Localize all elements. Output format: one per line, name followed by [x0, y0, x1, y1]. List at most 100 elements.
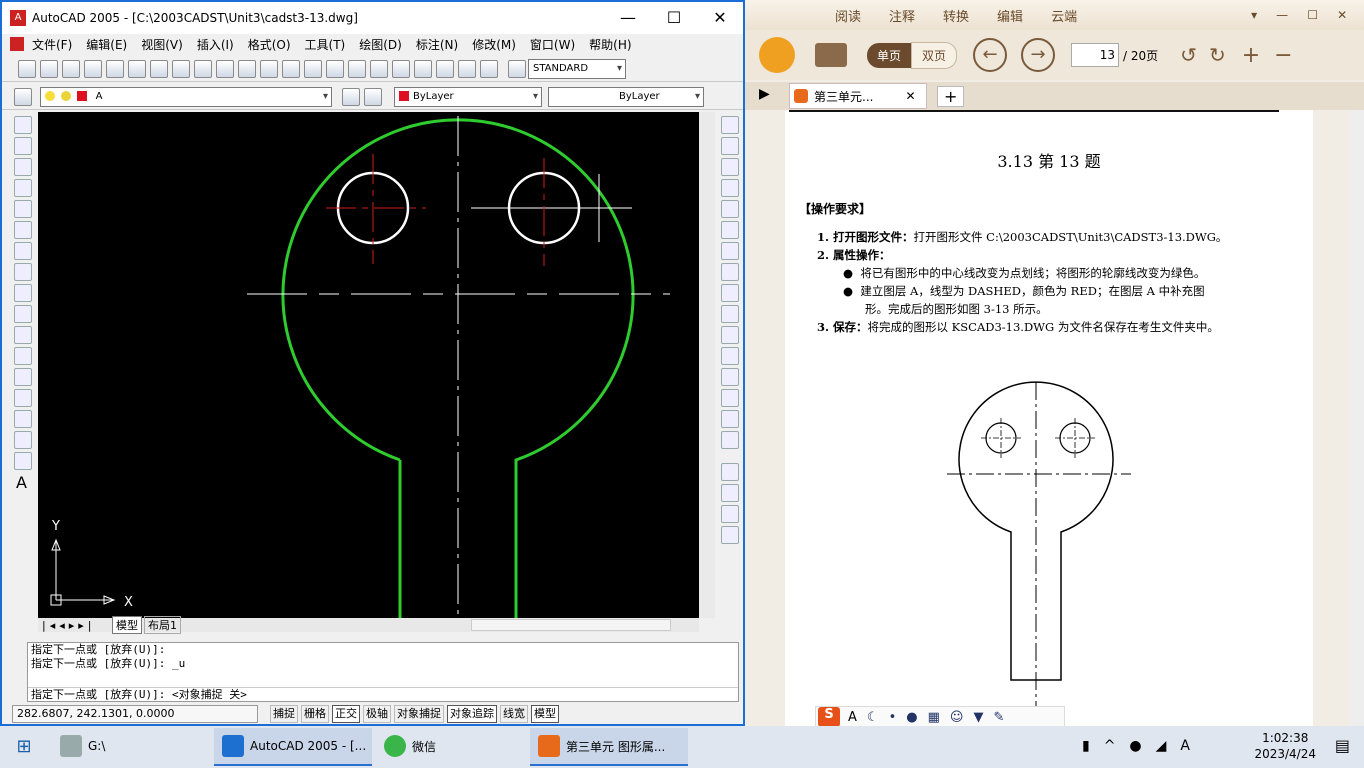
- design-center-icon[interactable]: [392, 59, 410, 78]
- rectangle-icon[interactable]: [14, 200, 32, 218]
- tab-model[interactable]: 模型: [112, 616, 142, 634]
- spline-icon[interactable]: [14, 284, 32, 302]
- mirror-icon[interactable]: [721, 158, 739, 176]
- otrack-toggle[interactable]: 对象追踪: [447, 705, 497, 723]
- match-properties-icon[interactable]: [216, 59, 234, 78]
- revision-cloud-icon[interactable]: [14, 263, 32, 281]
- zoom-window-icon[interactable]: [326, 59, 344, 78]
- circle-icon[interactable]: [14, 242, 32, 260]
- start-button-icon[interactable]: ⊞: [0, 726, 48, 768]
- new-tab-icon[interactable]: +: [937, 85, 965, 107]
- task-autocad[interactable]: AutoCAD 2005 - [...: [214, 728, 372, 766]
- layer-previous-icon[interactable]: [364, 87, 382, 106]
- point-icon[interactable]: [14, 389, 32, 407]
- table-icon[interactable]: [14, 452, 32, 470]
- offset-icon[interactable]: [721, 179, 739, 197]
- rotate-right-icon[interactable]: ↻: [1209, 43, 1226, 67]
- task-pdf-reader[interactable]: 第三单元 图形属...: [530, 728, 688, 766]
- autocad-titlebar[interactable]: A AutoCAD 2005 - [C:\2003CADST\Unit3\cad…: [2, 2, 743, 34]
- zoom-previous-icon[interactable]: [348, 59, 366, 78]
- tab-cloud[interactable]: 云端: [1037, 6, 1091, 25]
- minimize-button[interactable]: —: [605, 2, 651, 34]
- tab-convert[interactable]: 转换: [929, 6, 983, 25]
- command-prompt[interactable]: 指定下一点或 [放弃(U)]: <对象捕捉 关>: [28, 687, 738, 701]
- task-explorer[interactable]: G:\: [52, 728, 210, 766]
- tab-read[interactable]: 阅读: [821, 6, 875, 25]
- fillet-icon[interactable]: [721, 410, 739, 428]
- system-tray-icons[interactable]: ▮^●◢A: [1082, 738, 1204, 754]
- publish-icon[interactable]: [128, 59, 146, 78]
- menu-insert[interactable]: 插入(I): [197, 36, 234, 53]
- page-number-input[interactable]: 13: [1071, 43, 1120, 67]
- zoom-out-icon[interactable]: −: [1274, 43, 1292, 68]
- make-current-layer-icon[interactable]: [342, 87, 360, 106]
- single-page-button[interactable]: 单页: [867, 42, 912, 68]
- preview-icon[interactable]: [106, 59, 124, 78]
- new-icon[interactable]: [18, 59, 36, 78]
- sheet-set-icon[interactable]: [436, 59, 454, 78]
- menu-window[interactable]: 窗口(W): [530, 36, 575, 53]
- properties-icon[interactable]: [370, 59, 388, 78]
- line-icon[interactable]: [14, 116, 32, 134]
- text-style-combo[interactable]: STANDARD: [528, 58, 626, 79]
- menu-tools[interactable]: 工具(T): [305, 36, 346, 53]
- menu-format[interactable]: 格式(O): [248, 36, 291, 53]
- maximize-button[interactable]: ☐: [651, 2, 697, 34]
- sidebar-toggle-icon[interactable]: ▶: [759, 86, 770, 102]
- scale-icon[interactable]: [721, 263, 739, 281]
- ime-mode-icon[interactable]: A: [848, 710, 857, 725]
- notification-icon[interactable]: ▤: [1335, 736, 1350, 755]
- doc-tab[interactable]: 第三单元... ✕: [789, 83, 927, 109]
- folder-icon[interactable]: [815, 43, 847, 67]
- zoom-realtime-icon[interactable]: [304, 59, 322, 78]
- osnap-toggle[interactable]: 对象捕捉: [394, 705, 444, 723]
- microphone-icon[interactable]: ●: [906, 710, 917, 725]
- canvas-vertical-scrollbar[interactable]: [699, 112, 715, 618]
- open-icon[interactable]: [40, 59, 58, 78]
- explode-icon[interactable]: [721, 431, 739, 449]
- user-icon[interactable]: ☺: [950, 710, 964, 725]
- print-icon[interactable]: [84, 59, 102, 78]
- pan-icon[interactable]: [282, 59, 300, 78]
- menu-view[interactable]: 视图(V): [141, 36, 183, 53]
- skin-icon[interactable]: ▼: [973, 710, 983, 725]
- sogou-logo-icon[interactable]: S: [818, 707, 840, 727]
- close-button[interactable]: ✕: [697, 2, 743, 34]
- copy-icon[interactable]: [172, 59, 190, 78]
- canvas-horizontal-scrollbar[interactable]: [471, 619, 671, 631]
- send-back-icon[interactable]: [721, 505, 739, 523]
- ortho-toggle[interactable]: 正交: [332, 705, 360, 723]
- model-toggle[interactable]: 模型: [531, 705, 559, 723]
- keyboard-icon[interactable]: ▦: [928, 710, 940, 725]
- tab-edit[interactable]: 编辑: [983, 6, 1037, 25]
- lineweight-toggle[interactable]: 线宽: [500, 705, 528, 723]
- reader-vertical-scrollbar[interactable]: [1350, 110, 1364, 726]
- moon-icon[interactable]: ☾: [867, 710, 879, 725]
- linetype-combo[interactable]: ByLayer: [548, 86, 704, 107]
- layer-combo[interactable]: A: [40, 86, 332, 107]
- hatch-icon[interactable]: [14, 410, 32, 428]
- wrench-icon[interactable]: ✎: [993, 710, 1004, 725]
- construction-line-icon[interactable]: [14, 137, 32, 155]
- punctuation-icon[interactable]: •: [889, 710, 897, 725]
- menu-icon[interactable]: [10, 37, 24, 51]
- join-icon[interactable]: [721, 368, 739, 386]
- text-style-icon[interactable]: [508, 59, 526, 78]
- polygon-icon[interactable]: [14, 179, 32, 197]
- bring-front-icon[interactable]: [721, 484, 739, 502]
- make-block-icon[interactable]: [14, 368, 32, 386]
- menu-dimension[interactable]: 标注(N): [416, 36, 458, 53]
- color-combo[interactable]: ByLayer: [394, 86, 542, 107]
- draworder-icon[interactable]: [721, 463, 739, 481]
- zoom-in-icon[interactable]: +: [1242, 43, 1260, 68]
- tab-annotate[interactable]: 注释: [875, 6, 929, 25]
- save-icon[interactable]: [62, 59, 80, 78]
- menu-draw[interactable]: 绘图(D): [359, 36, 402, 53]
- double-page-button[interactable]: 双页: [911, 41, 958, 69]
- prev-page-icon[interactable]: ←: [973, 38, 1008, 72]
- polyline-icon[interactable]: [14, 158, 32, 176]
- command-window[interactable]: 指定下一点或 [放弃(U)]: 指定下一点或 [放弃(U)]: _u 指定下一点…: [27, 642, 739, 702]
- grid-toggle[interactable]: 栅格: [301, 705, 329, 723]
- layer-manager-icon[interactable]: [14, 87, 32, 106]
- reader-window-controls[interactable]: ▾ — ☐ ✕: [1251, 8, 1347, 22]
